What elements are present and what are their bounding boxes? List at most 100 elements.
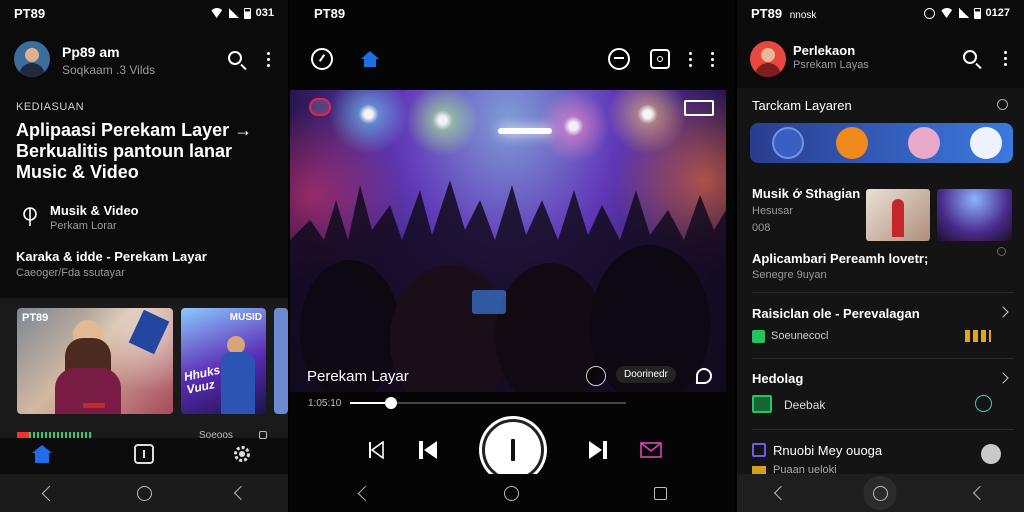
wifi-icon bbox=[209, 8, 224, 18]
thumbnail[interactable] bbox=[866, 189, 930, 241]
settings-tab[interactable] bbox=[232, 444, 252, 464]
media-card[interactable]: MUSID Hhuks Vuuz bbox=[181, 308, 266, 414]
music-video-icon bbox=[16, 203, 44, 231]
home-button[interactable] bbox=[360, 50, 380, 68]
home-icon bbox=[32, 445, 52, 463]
check-icon bbox=[752, 395, 772, 413]
mail-overlay-icon[interactable] bbox=[684, 100, 714, 116]
status-extra: nnosk bbox=[789, 9, 817, 21]
item-title[interactable]: Musik & Video bbox=[50, 203, 139, 218]
footer-caption: Soeoos bbox=[199, 430, 233, 441]
search-button[interactable] bbox=[224, 47, 248, 71]
cast-button[interactable] bbox=[650, 49, 670, 69]
quick-avatar[interactable] bbox=[908, 127, 940, 159]
list-item-subtitle: Senegre 9uyan bbox=[752, 269, 827, 281]
playback-time: 1:05:10 bbox=[308, 398, 342, 409]
list-item-title[interactable]: Rnuobi Mey ouoga bbox=[773, 443, 882, 458]
card-label: MUSID bbox=[229, 312, 262, 323]
avatar[interactable] bbox=[14, 41, 50, 77]
system-nav-bar bbox=[737, 474, 1024, 512]
crowd-silhouette bbox=[290, 180, 726, 392]
record-badge-icon bbox=[309, 98, 331, 116]
home-circle-icon bbox=[872, 485, 888, 501]
list-item-title[interactable]: Musik ớ Sthagian bbox=[752, 186, 860, 201]
status-bar: PT89 bbox=[290, 0, 734, 26]
app-icon bbox=[752, 466, 766, 474]
list-item-subtitle: Hesusar bbox=[752, 205, 793, 217]
quick-access-bar bbox=[750, 123, 1013, 163]
home-tab[interactable] bbox=[31, 444, 53, 464]
nav-recent-button[interactable] bbox=[653, 486, 667, 500]
search-icon bbox=[962, 49, 977, 64]
list-item-meta: 008 bbox=[752, 222, 771, 234]
divider bbox=[752, 292, 1014, 293]
quick-avatar[interactable] bbox=[836, 127, 868, 159]
quick-avatar[interactable] bbox=[772, 127, 804, 159]
seek-bar-thumb[interactable] bbox=[385, 397, 398, 409]
list-item-title[interactable]: Raisiclan ole - Perevalagan bbox=[752, 306, 920, 321]
app-icon bbox=[752, 443, 766, 457]
nav-home-button[interactable] bbox=[863, 476, 898, 510]
library-screen: PT89 nnosk 0127 Perlekaon Psrekam Layas … bbox=[737, 0, 1024, 512]
divider bbox=[752, 358, 1014, 359]
battery-icon bbox=[243, 7, 251, 19]
thumbnail[interactable] bbox=[937, 189, 1012, 241]
skip-back-button[interactable] bbox=[368, 440, 384, 460]
share-button[interactable] bbox=[640, 442, 662, 458]
profile-subtitle: Soqkaam .3 Vilds bbox=[62, 63, 156, 77]
nav-back-chevron[interactable] bbox=[233, 485, 249, 501]
system-nav-bar bbox=[290, 474, 734, 512]
player-screen: PT89 Perekam Layar Doorinedr 1:05:10 bbox=[290, 0, 734, 512]
item-subtitle: Caeoger/Fda ssutayar bbox=[16, 267, 125, 279]
refresh-icon[interactable] bbox=[997, 99, 1008, 110]
nav-back-button[interactable] bbox=[358, 486, 369, 500]
more-icon bbox=[1003, 56, 1007, 60]
pause-icon bbox=[511, 439, 515, 461]
more-menu-button[interactable] bbox=[993, 46, 1017, 70]
speed-button[interactable] bbox=[311, 48, 333, 70]
search-button[interactable] bbox=[959, 46, 983, 70]
status-time: PT89 bbox=[751, 5, 783, 21]
nav-home-button[interactable] bbox=[137, 485, 152, 501]
video-frame[interactable]: Perekam Layar Doorinedr bbox=[290, 90, 726, 392]
list-item-title[interactable]: Aplicambari Pereamh lovetr; bbox=[752, 251, 928, 266]
nav-back-button[interactable] bbox=[773, 485, 788, 501]
comment-icon[interactable] bbox=[696, 368, 712, 384]
more-menu-button[interactable] bbox=[678, 47, 702, 71]
sync-button[interactable] bbox=[608, 48, 630, 70]
small-box-icon bbox=[259, 431, 267, 439]
tag-button[interactable] bbox=[586, 366, 606, 386]
more-icon bbox=[266, 57, 270, 61]
next-button[interactable] bbox=[588, 440, 608, 460]
quality-chip[interactable]: Doorinedr bbox=[616, 366, 676, 383]
library-tab[interactable] bbox=[134, 444, 154, 464]
speed-icon bbox=[318, 54, 326, 62]
media-card[interactable] bbox=[274, 308, 288, 414]
quick-avatar[interactable] bbox=[970, 127, 1002, 159]
profile-name: Pp89 am bbox=[62, 44, 120, 60]
overflow-menu-button[interactable] bbox=[700, 47, 724, 71]
play-pause-button[interactable] bbox=[482, 419, 544, 481]
list-item-subtitle: Soeunecocl bbox=[771, 330, 829, 342]
section-title: Tarckam Layaren bbox=[752, 98, 852, 113]
system-nav-bar bbox=[0, 474, 288, 512]
sync-icon bbox=[614, 57, 624, 61]
avatar[interactable] bbox=[981, 444, 1001, 464]
nav-back-button[interactable] bbox=[42, 486, 53, 500]
nav-back-chevron[interactable] bbox=[973, 485, 988, 501]
avatar[interactable] bbox=[750, 41, 786, 77]
seek-bar[interactable] bbox=[350, 397, 626, 409]
info-icon[interactable] bbox=[975, 395, 992, 412]
status-dot bbox=[997, 247, 1006, 256]
previous-button[interactable] bbox=[418, 440, 438, 460]
battery-icon bbox=[973, 7, 981, 19]
gear-icon bbox=[234, 446, 250, 462]
status-time: PT89 bbox=[14, 5, 46, 21]
list-item-title[interactable]: Hedolag bbox=[752, 371, 803, 386]
nav-home-button[interactable] bbox=[503, 485, 519, 501]
media-card[interactable]: PT89 bbox=[17, 308, 173, 414]
wifi-icon bbox=[939, 8, 954, 18]
more-menu-button[interactable] bbox=[256, 47, 280, 71]
cast-icon bbox=[657, 56, 663, 62]
item-title[interactable]: Karaka & idde - Perekam Layar bbox=[16, 249, 207, 264]
